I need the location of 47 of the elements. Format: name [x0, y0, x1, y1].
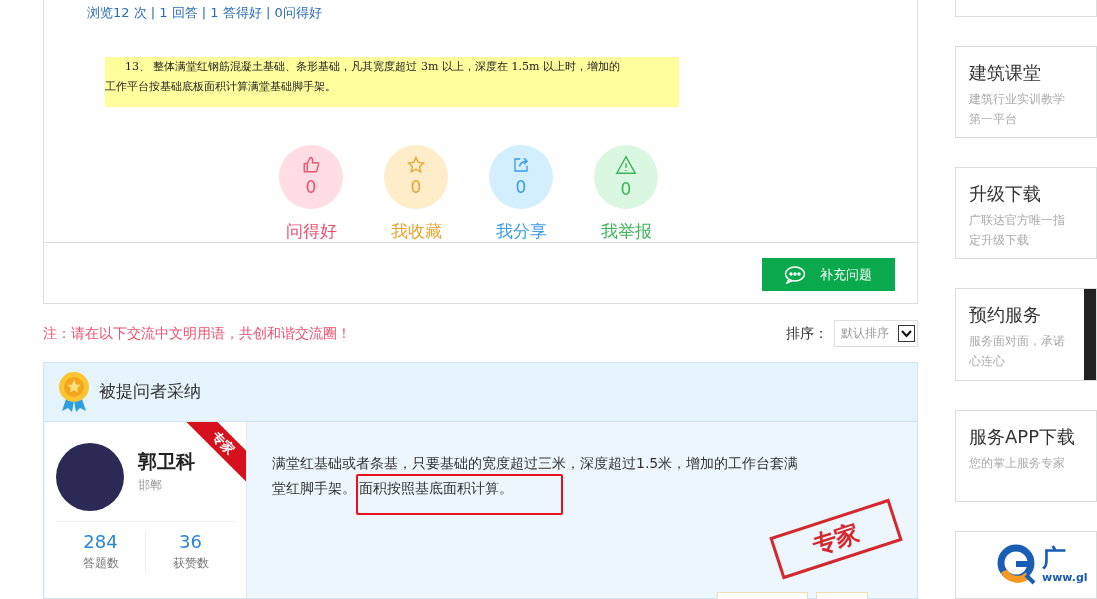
sidebar-card[interactable]: 服务APP下载 您的掌上服务专家: [955, 409, 1097, 502]
sidebar-card[interactable]: 广 www.gl: [955, 530, 1097, 599]
highlighted-text: 面积按照基底面积计算。: [356, 474, 563, 515]
stat-value: 284: [83, 530, 118, 554]
panel-title: 被提问者采纳: [99, 380, 201, 404]
card-subtitle: 建筑行业实训教学第一平台: [969, 90, 1065, 128]
sidebar-card[interactable]: 预约服务 服务面对面，承诺心连心: [955, 288, 1097, 381]
card-title: 服务APP下载: [969, 424, 1076, 449]
user-location: 邯郸: [138, 477, 163, 494]
sort-dropdown[interactable]: 默认排序: [834, 319, 918, 347]
card-title: 预约服务: [969, 303, 1042, 328]
action-label: 我举报: [600, 220, 652, 243]
sidebar-card[interactable]: 建筑课堂 建筑行业实训教学第一平台: [955, 45, 1097, 138]
excerpt-line: 13、 整体满堂红钢筋混凝土基础、条形基础，凡其宽度超过 3m 以上，深度在 1.5m 以上时，增加的: [124, 59, 621, 75]
thumbs-up-icon: [302, 156, 320, 174]
excerpt-line: 工作平台按基础底板面积计算满堂基础脚手架。: [105, 79, 337, 95]
star-icon: [407, 156, 425, 174]
action-count: 0: [410, 176, 422, 198]
action-label: 问得好: [285, 220, 337, 243]
stat-label: 获赞数: [172, 555, 209, 572]
supplement-button[interactable]: 补充问题: [762, 258, 895, 291]
question-stats: 浏览12 次 | 1 回答 | 1 答得好 | 0问得好: [87, 4, 323, 22]
answer-text: 堂红脚手架。: [272, 479, 356, 498]
card-subtitle: 广联达官方唯一指定升级下载: [969, 211, 1065, 249]
sidebar-card[interactable]: [955, 0, 1097, 17]
action-count: 0: [305, 176, 317, 198]
action-count: 0: [515, 176, 527, 198]
expert-stamp: 专家: [769, 498, 903, 580]
share-icon: [512, 156, 530, 174]
card-subtitle: 服务面对面，承诺心连心: [969, 333, 1065, 371]
card-title: 建筑课堂: [969, 60, 1042, 85]
logo-url: www.gl: [1042, 572, 1088, 584]
action-label: 我收藏: [390, 220, 442, 243]
chat-bubble-icon: [784, 265, 806, 284]
action-count: 0: [620, 178, 632, 200]
action-label: 我分享: [495, 220, 547, 243]
warning-icon: [615, 154, 637, 176]
notice-text: 注：请在以下交流中文明用语，共创和谐交流圈！: [43, 323, 351, 343]
medal-icon: [57, 371, 91, 413]
stat-value: 36: [179, 530, 202, 554]
sort-label: 排序：: [786, 323, 828, 343]
logo-text: 广: [1042, 546, 1067, 571]
answer-text: 满堂红基础或者条基，只要基础的宽度超过三米，深度超过1.5米，增加的工作台套满: [272, 454, 799, 473]
card-title: 升级下载: [969, 181, 1042, 206]
sidebar-card[interactable]: 升级下载 广联达官方唯一指定升级下载: [955, 166, 1097, 260]
stat-label: 答题数: [82, 555, 119, 572]
card-subtitle: 您的掌上服务专家: [969, 454, 1065, 472]
